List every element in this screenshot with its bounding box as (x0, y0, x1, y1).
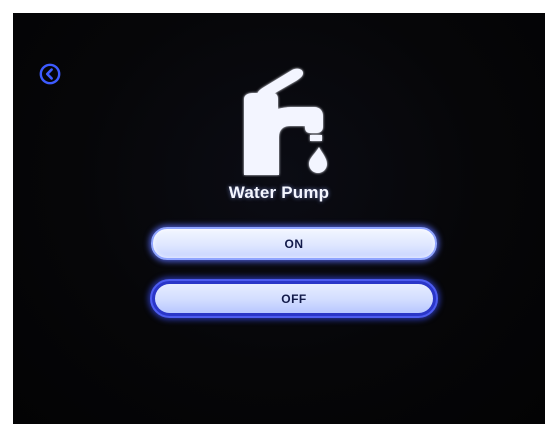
off-button-label: OFF (281, 291, 307, 306)
back-button[interactable] (39, 63, 61, 85)
off-button-face: OFF (155, 284, 433, 313)
faucet-icon (234, 65, 344, 177)
off-button[interactable]: OFF (150, 279, 438, 318)
on-button[interactable]: ON (151, 227, 437, 260)
page-title: Water Pump (228, 183, 330, 202)
back-chevron-icon (39, 63, 61, 85)
on-button-label: ON (284, 236, 304, 251)
device-bezel: Water Pump ON OFF (0, 0, 551, 424)
touch-screen: Water Pump ON OFF (13, 13, 545, 424)
